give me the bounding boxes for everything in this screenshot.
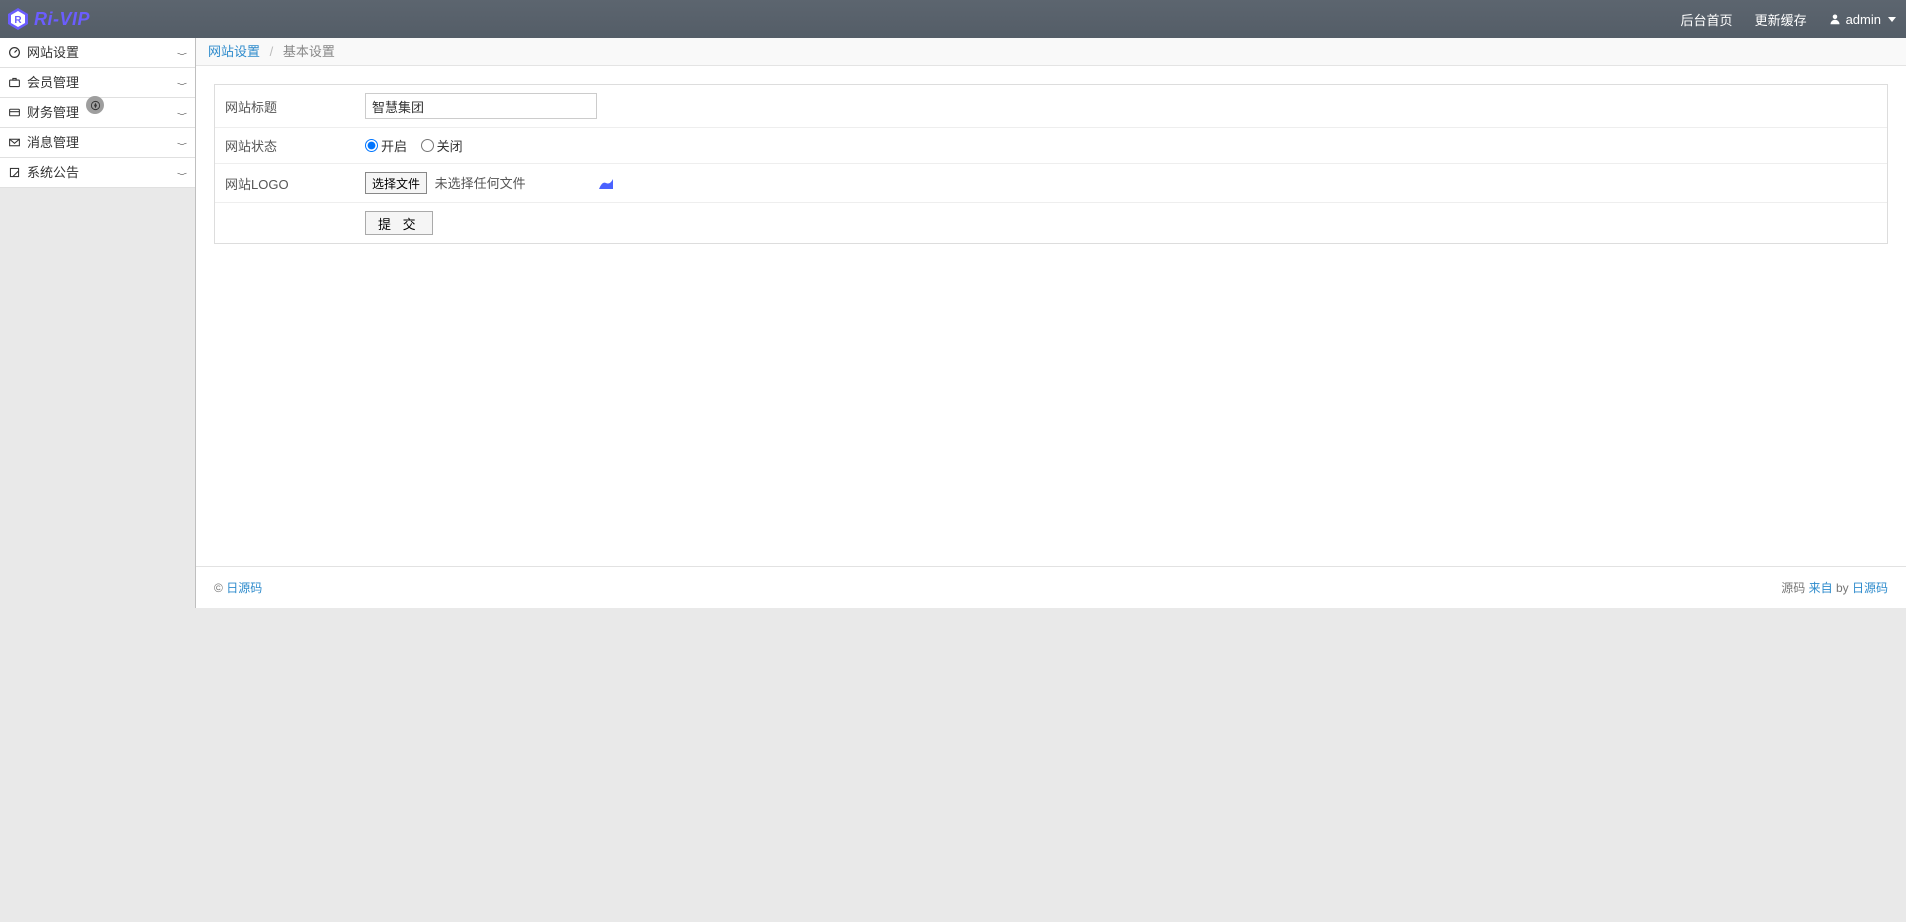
footer-right-link2[interactable]: 日源码 [1852, 581, 1888, 595]
footer-copy-prefix: © [214, 581, 226, 595]
status-off-radio[interactable] [421, 139, 434, 152]
card-icon [8, 106, 21, 119]
chevron-down-icon: ﹀ [177, 138, 187, 156]
brand-logo[interactable]: R Ri-VIP [6, 7, 90, 31]
footer-copy-link[interactable]: 日源码 [226, 581, 262, 595]
sidebar-item-label: 消息管理 [27, 128, 79, 158]
user-name: admin [1846, 12, 1881, 27]
footer-right-link1[interactable]: 来自 [1809, 581, 1833, 595]
brand-logo-icon: R [6, 7, 30, 31]
status-on-option[interactable]: 开启 [365, 136, 407, 155]
row-site-status: 网站状态 开启 关闭 [215, 128, 1887, 164]
navbar: R Ri-VIP 后台首页 更新缓存 admin [0, 0, 1906, 38]
chevron-down-icon: ﹀ [177, 168, 187, 186]
chevron-down-icon: ﹀ [177, 108, 187, 126]
choose-file-button[interactable]: 选择文件 [365, 172, 427, 194]
site-title-input[interactable] [365, 93, 597, 119]
logo-preview [599, 179, 613, 189]
nav-home-link[interactable]: 后台首页 [1681, 10, 1733, 29]
status-off-option[interactable]: 关闭 [421, 136, 463, 155]
settings-form: 网站标题 网站状态 开启 关闭 [214, 84, 1888, 244]
label-site-status: 网站状态 [215, 128, 355, 164]
sidebar-item-label: 系统公告 [27, 158, 79, 188]
row-site-title: 网站标题 [215, 85, 1887, 128]
content: 网站设置 / 基本设置 网站标题 网站状态 开启 [196, 38, 1906, 608]
row-site-logo: 网站LOGO 选择文件 未选择任何文件 [215, 164, 1887, 203]
status-on-text: 开启 [381, 136, 407, 155]
svg-text:R: R [14, 15, 22, 26]
file-none-text: 未选择任何文件 [435, 176, 526, 191]
chevron-down-icon: ﹀ [177, 48, 187, 66]
sidebar-item-label: 财务管理 [27, 98, 79, 128]
nav-cache-link[interactable]: 更新缓存 [1755, 10, 1807, 29]
user-icon [1829, 13, 1841, 25]
sidebar-item-label: 网站设置 [27, 38, 79, 68]
chevron-down-icon: ﹀ [177, 78, 187, 96]
sidebar-item-site-settings[interactable]: 网站设置 ﹀ [0, 38, 195, 68]
breadcrumb-separator: / [270, 44, 274, 59]
edit-icon [8, 166, 21, 179]
sidebar-item-member[interactable]: 会员管理 ﹀ [0, 68, 195, 98]
footer-right-mid: by [1833, 581, 1852, 595]
breadcrumb: 网站设置 / 基本设置 [196, 38, 1906, 66]
brand-text: Ri-VIP [34, 9, 90, 30]
dashboard-icon [8, 46, 21, 59]
briefcase-icon [8, 76, 21, 89]
status-on-radio[interactable] [365, 139, 378, 152]
breadcrumb-current: 基本设置 [283, 44, 335, 59]
label-site-title: 网站标题 [215, 85, 355, 128]
row-submit: 提 交 [215, 203, 1887, 243]
footer: © 日源码 源码 来自 by 日源码 [196, 566, 1906, 608]
user-menu[interactable]: admin [1829, 12, 1896, 27]
label-site-logo: 网站LOGO [215, 164, 355, 203]
footer-right-prefix: 源码 [1781, 581, 1808, 595]
caret-down-icon [1888, 17, 1896, 22]
sidebar-item-announcement[interactable]: 系统公告 ﹀ [0, 158, 195, 188]
sidebar: 网站设置 ﹀ 会员管理 ﹀ 财务管理 ﹀ 消息管理 ﹀ 系统公告 ﹀ [0, 38, 196, 608]
sidebar-item-label: 会员管理 [27, 68, 79, 98]
status-off-text: 关闭 [437, 136, 463, 155]
sidebar-item-message[interactable]: 消息管理 ﹀ [0, 128, 195, 158]
breadcrumb-root[interactable]: 网站设置 [208, 44, 260, 59]
mail-icon [8, 136, 21, 149]
submit-button[interactable]: 提 交 [365, 211, 433, 235]
compass-icon[interactable] [86, 96, 104, 114]
